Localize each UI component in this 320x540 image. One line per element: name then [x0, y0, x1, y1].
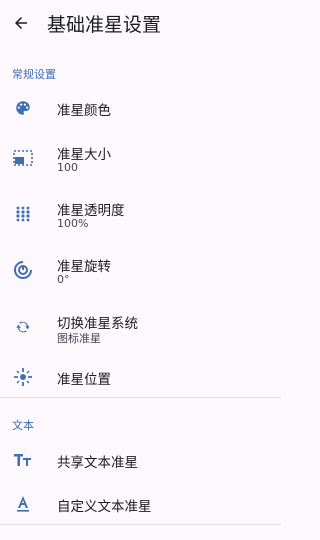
setting-crosshair-opacity[interactable]: 准星透明度 100% [0, 194, 281, 238]
setting-crosshair-size[interactable]: 准星大小 100 [0, 138, 281, 182]
setting-value: 图标准星 [57, 332, 101, 345]
opacity-dots-icon [13, 204, 33, 224]
setting-label: 切换准星系统 [57, 316, 138, 332]
section-divider [0, 524, 281, 525]
section-divider [0, 397, 281, 398]
rotation-icon [13, 260, 33, 280]
switch-icon [13, 317, 33, 337]
section-header-text: 文本 [12, 419, 34, 432]
setting-crosshair-rotation[interactable]: 准星旋转 0° [0, 250, 281, 294]
setting-label: 准星位置 [57, 372, 111, 388]
palette-icon [13, 98, 33, 118]
setting-crosshair-position[interactable]: 准星位置 [0, 357, 281, 397]
setting-value: 100 [57, 161, 78, 174]
setting-label: 准星透明度 [57, 203, 125, 219]
setting-switch-crosshair-system[interactable]: 切换准星系统 图标准星 [0, 307, 281, 351]
text-size-icon [13, 450, 33, 470]
setting-label: 准星旋转 [57, 259, 111, 275]
setting-label: 准星大小 [57, 147, 111, 163]
setting-custom-text-crosshair[interactable]: 自定义文本准星 [0, 484, 281, 524]
section-header-general: 常规设置 [12, 68, 56, 81]
size-frame-icon [13, 148, 33, 168]
page-title: 基础准星设置 [47, 14, 162, 36]
setting-shared-text-crosshair[interactable]: 共享文本准星 [0, 440, 281, 480]
text-format-icon [13, 494, 33, 514]
app-bar: 基础准星设置 [0, 0, 281, 44]
setting-value: 100% [57, 217, 89, 230]
setting-label: 准星颜色 [57, 103, 111, 119]
setting-label: 自定义文本准星 [57, 499, 152, 515]
position-icon [13, 367, 33, 387]
back-button[interactable] [6, 8, 36, 38]
setting-value: 0° [57, 273, 70, 286]
setting-crosshair-color[interactable]: 准星颜色 [0, 88, 281, 128]
setting-label: 共享文本准星 [57, 455, 138, 471]
back-arrow-icon [15, 17, 27, 29]
